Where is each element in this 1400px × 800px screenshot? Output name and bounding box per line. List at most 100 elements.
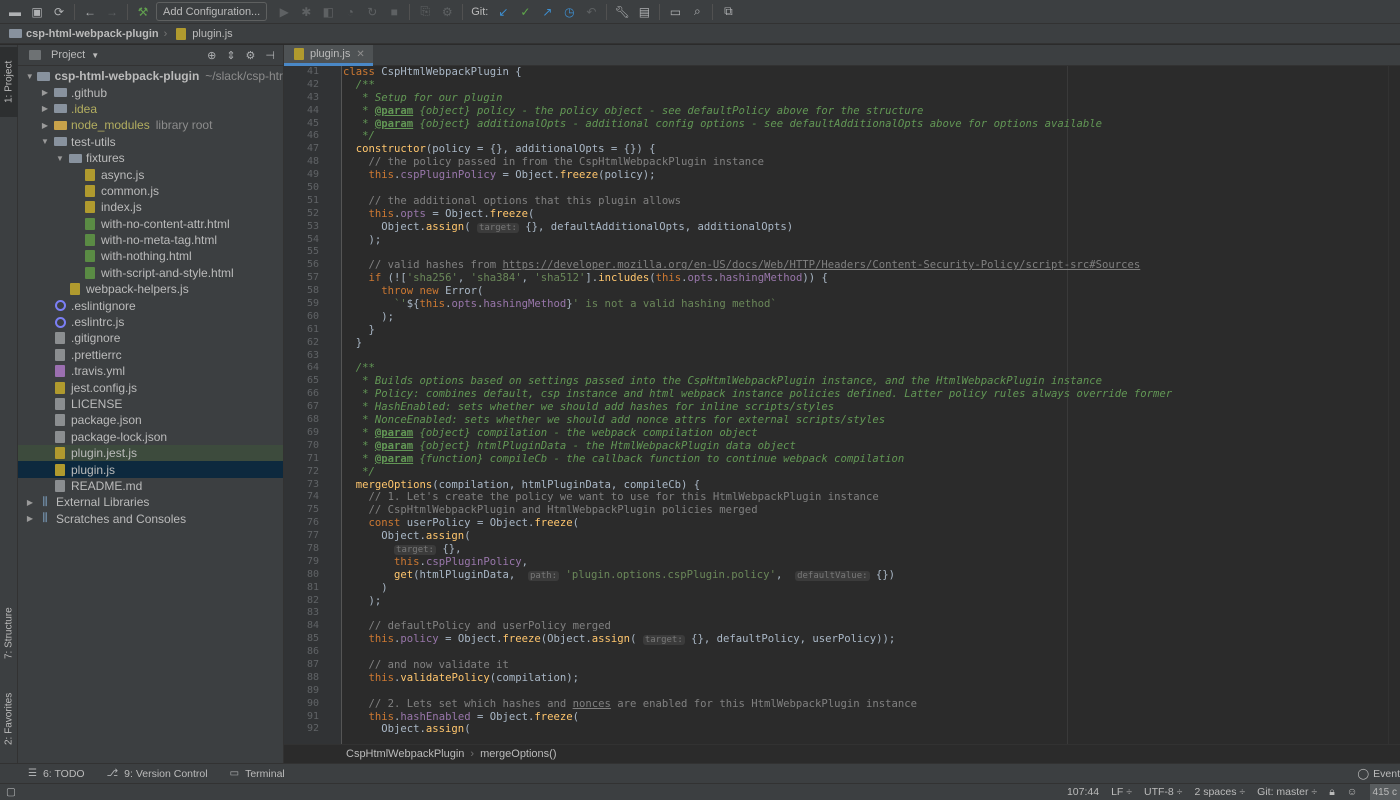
lock-icon[interactable]: 🔒︎	[1329, 786, 1335, 799]
run-icon[interactable]: ▶	[274, 2, 294, 22]
stop-icon[interactable]: ■	[384, 2, 404, 22]
tree-item[interactable]: async.js	[18, 166, 283, 182]
tree-item[interactable]: with-nothing.html	[18, 248, 283, 264]
open-folder-icon[interactable]: ▬	[5, 2, 25, 22]
code-line[interactable]: // valid hashes from https://developer.m…	[343, 259, 1400, 272]
tree-item[interactable]: LICENSE	[18, 396, 283, 412]
code-line[interactable]	[343, 246, 1400, 259]
line-number[interactable]: 58	[284, 285, 341, 298]
project-view-selector[interactable]: Project	[51, 49, 85, 61]
git-commit-icon[interactable]: ✓	[515, 2, 535, 22]
code-line[interactable]	[343, 350, 1400, 363]
memory-indicator[interactable]: 415 c	[1369, 783, 1400, 800]
tree-item[interactable]: ▶ node_modules library root	[18, 117, 283, 133]
code-line[interactable]	[343, 182, 1400, 195]
tree-item[interactable]: plugin.jest.js	[18, 444, 283, 462]
git-branch[interactable]: Git: master ÷	[1257, 786, 1317, 798]
collapsed-arrow-icon[interactable]: ▶	[24, 514, 36, 523]
hide-panel-icon[interactable]: ⊣	[265, 49, 275, 62]
line-number[interactable]: 42	[284, 79, 341, 92]
line-number[interactable]: 48	[284, 156, 341, 169]
code-line[interactable]: this.hashEnabled = Object.freeze(	[343, 711, 1400, 724]
code-line[interactable]: const userPolicy = Object.freeze(	[343, 517, 1400, 530]
rerun-icon[interactable]: ↻	[362, 2, 382, 22]
line-number[interactable]: 46	[284, 130, 341, 143]
tree-item[interactable]: with-no-content-attr.html	[18, 216, 283, 232]
line-number[interactable]: 57	[284, 272, 341, 285]
code-line[interactable]: * @param {object} compilation - the webp…	[343, 427, 1400, 440]
code-line[interactable]: throw new Error(	[343, 285, 1400, 298]
line-number[interactable]: 81	[284, 582, 341, 595]
line-number[interactable]: 52	[284, 208, 341, 221]
code-line[interactable]: */	[343, 466, 1400, 479]
forward-icon[interactable]: →	[102, 2, 122, 22]
sync-icon[interactable]: ⟳	[49, 2, 69, 22]
structure-tool-tab[interactable]: 7: Structure	[0, 597, 18, 669]
line-number[interactable]: 86	[284, 646, 341, 659]
line-number[interactable]: 74	[284, 491, 341, 504]
line-number[interactable]: 87	[284, 659, 341, 672]
line-number[interactable]: 44	[284, 105, 341, 118]
tree-item[interactable]: .eslintrc.js	[18, 314, 283, 330]
code-line[interactable]: * @param {object} policy - the policy ob…	[343, 105, 1400, 118]
code-line[interactable]: // the additional options that this plug…	[343, 195, 1400, 208]
tree-item[interactable]: webpack-helpers.js	[18, 281, 283, 297]
favorites-tool-tab[interactable]: 2: Favorites	[0, 681, 18, 757]
nav-file-crumb[interactable]: plugin.js	[192, 28, 232, 40]
code-line[interactable]: * HashEnabled: sets whether we should ad…	[343, 401, 1400, 414]
tree-item[interactable]: index.js	[18, 199, 283, 215]
tree-item[interactable]: .prettierrc	[18, 347, 283, 363]
line-number[interactable]: 53	[284, 221, 341, 234]
tree-item[interactable]: package.json	[18, 412, 283, 428]
line-number[interactable]: 83	[284, 607, 341, 620]
wrench-icon[interactable]: 🔧︎	[612, 2, 632, 22]
code-line[interactable]: this.validatePolicy(compilation);	[343, 672, 1400, 685]
code-line[interactable]: Object.assign( target: {}, defaultAdditi…	[343, 221, 1400, 234]
code-line[interactable]: * @param {object} htmlPluginData - the H…	[343, 440, 1400, 453]
line-number[interactable]: 88	[284, 672, 341, 685]
breadcrumb-method[interactable]: mergeOptions()	[480, 748, 556, 760]
code-line[interactable]: );	[343, 595, 1400, 608]
tree-item[interactable]: ▼ test-utils	[18, 134, 283, 150]
debug-icon[interactable]: ✱	[296, 2, 316, 22]
code-line[interactable]: );	[343, 311, 1400, 324]
code-line[interactable]: constructor(policy = {}, additionalOpts …	[343, 143, 1400, 156]
code-line[interactable]: `'${this.opts.hashingMethod}' is not a v…	[343, 298, 1400, 311]
collapsed-arrow-icon[interactable]: ▶	[39, 104, 51, 113]
tree-item[interactable]: with-script-and-style.html	[18, 265, 283, 281]
code-line[interactable]: // the policy passed in from the CspHtml…	[343, 156, 1400, 169]
code-line[interactable]: this.cspPluginPolicy = Object.freeze(pol…	[343, 169, 1400, 182]
settings-run-icon[interactable]: ⚙	[437, 2, 457, 22]
line-number[interactable]: 65	[284, 375, 341, 388]
code-line[interactable]: Object.assign(	[343, 530, 1400, 543]
collapsed-arrow-icon[interactable]: ▶	[24, 498, 36, 507]
code-line[interactable]: this.opts = Object.freeze(	[343, 208, 1400, 221]
code-editor[interactable]: class CspHtmlWebpackPlugin { /** * Setup…	[343, 66, 1400, 744]
line-number[interactable]: 85	[284, 633, 341, 646]
collapsed-arrow-icon[interactable]: ▶	[39, 121, 51, 130]
code-line[interactable]: if (!['sha256', 'sha384', 'sha512'].incl…	[343, 272, 1400, 285]
line-number[interactable]: 68	[284, 414, 341, 427]
chevron-down-icon[interactable]: ▼	[91, 51, 99, 60]
tree-item[interactable]: ▶ ⫼ External Libraries	[18, 494, 283, 510]
search-icon[interactable]: ⌕	[687, 2, 707, 22]
tab-plugin-js[interactable]: plugin.js ✕	[284, 45, 373, 66]
line-number[interactable]: 72	[284, 466, 341, 479]
code-line[interactable]	[343, 607, 1400, 620]
indent-setting[interactable]: 2 spaces ÷	[1194, 786, 1245, 798]
todo-tool-button[interactable]: ☰ 6: TODO	[28, 768, 85, 780]
inspector-icon[interactable]: ☺	[1347, 786, 1358, 798]
code-line[interactable]: }	[343, 324, 1400, 337]
code-line[interactable]	[343, 685, 1400, 698]
tree-item[interactable]: with-no-meta-tag.html	[18, 232, 283, 248]
add-configuration-button[interactable]: Add Configuration...	[156, 2, 268, 21]
code-line[interactable]: // and now validate it	[343, 659, 1400, 672]
attach-icon[interactable]: ⎘	[415, 2, 435, 22]
code-line[interactable]: * @param {function} compileCb - the call…	[343, 453, 1400, 466]
line-number[interactable]: 67	[284, 401, 341, 414]
line-number[interactable]: 91	[284, 711, 341, 724]
code-line[interactable]: * Builds options based on settings passe…	[343, 375, 1400, 388]
line-number[interactable]: 47	[284, 143, 341, 156]
line-number[interactable]: 54	[284, 234, 341, 247]
build-hammer-icon[interactable]: ⚒	[133, 2, 153, 22]
